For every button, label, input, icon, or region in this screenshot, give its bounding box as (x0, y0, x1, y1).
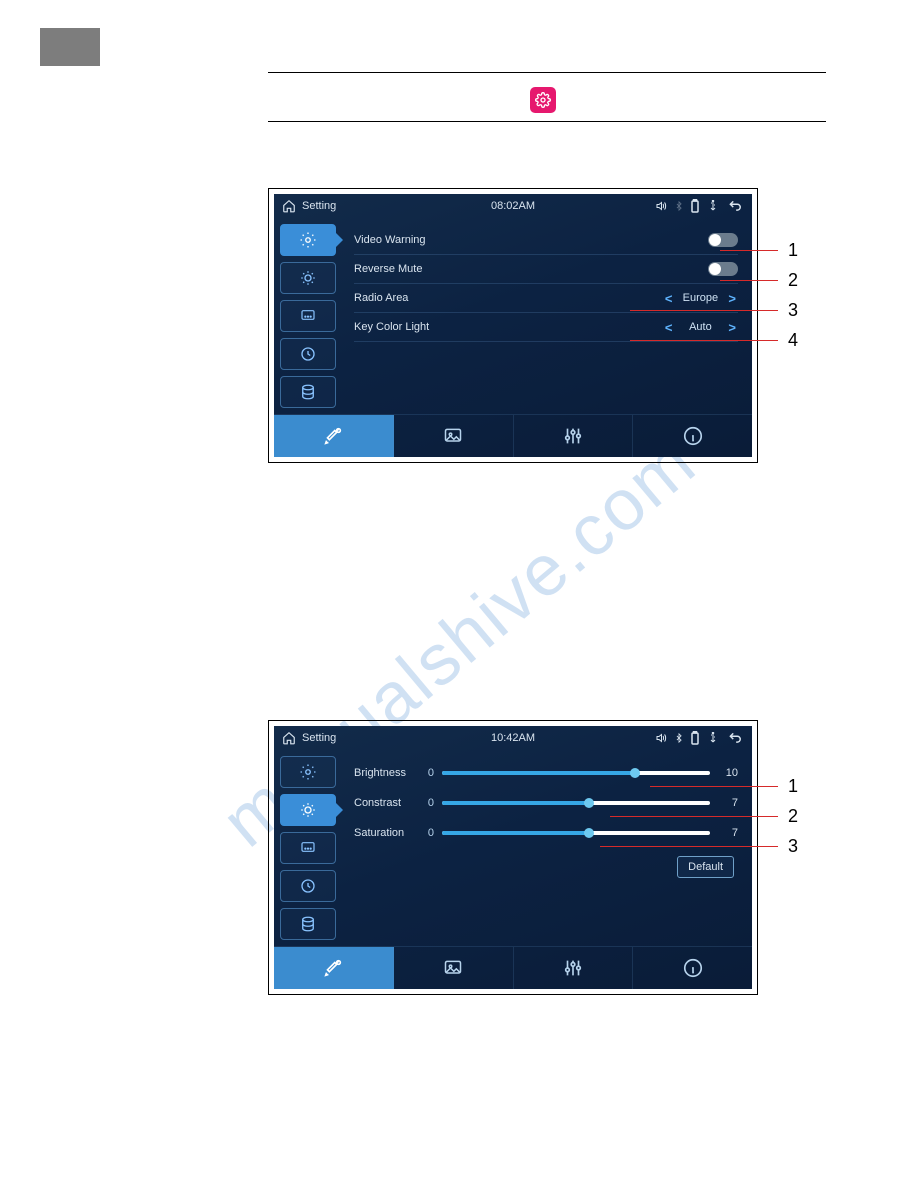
side-category-list (274, 218, 344, 414)
usb-icon (706, 200, 720, 212)
figure-screen-settings: Setting 10:42AM Brightness (268, 720, 758, 995)
sidebar-item-screen[interactable] (280, 262, 336, 294)
side-category-list (274, 750, 344, 946)
figure-general-settings: Setting 08:02AM Video Warning (268, 188, 758, 463)
label-saturation: Saturation (354, 827, 416, 839)
bluetooth-icon (674, 200, 684, 212)
screen-title: Setting (302, 732, 336, 744)
label-brightness: Brightness (354, 767, 416, 779)
sidebar-item-language[interactable] (280, 832, 336, 864)
tab-info[interactable] (633, 415, 752, 457)
device-screen-1: Setting 08:02AM Video Warning (274, 194, 752, 457)
sidebar-item-time[interactable] (280, 870, 336, 902)
home-icon[interactable] (282, 731, 296, 745)
sidebar-item-screen[interactable] (280, 794, 336, 826)
label-radio-area: Radio Area (354, 292, 408, 304)
sound-icon (654, 200, 668, 212)
battery-icon (690, 731, 700, 745)
tab-info[interactable] (633, 947, 752, 989)
tab-wallpaper[interactable] (394, 947, 514, 989)
tab-wallpaper[interactable] (394, 415, 514, 457)
sidebar-item-time[interactable] (280, 338, 336, 370)
back-icon[interactable] (726, 199, 744, 213)
header-rule-bottom (268, 121, 826, 122)
callout-1-1: 1 (720, 240, 798, 261)
battery-icon (690, 199, 700, 213)
slider-saturation[interactable] (442, 831, 710, 835)
back-icon[interactable] (726, 731, 744, 745)
callout-1-4: 4 (630, 330, 798, 351)
bluetooth-icon (674, 732, 684, 744)
row-reverse-mute: Reverse Mute (354, 255, 738, 284)
header-rule-top (268, 72, 826, 73)
label-video-warning: Video Warning (354, 234, 426, 246)
label-key-color: Key Color Light (354, 321, 429, 333)
slider-brightness[interactable] (442, 771, 710, 775)
usb-icon (706, 732, 720, 744)
callout-2-2: 2 (610, 806, 798, 827)
callout-2-1: 1 (650, 776, 798, 797)
sidebar-item-storage[interactable] (280, 376, 336, 408)
bottom-tab-bar (274, 414, 752, 457)
status-bar: Setting 10:42AM (274, 726, 752, 750)
label-contrast: Constrast (354, 797, 416, 809)
screen-title: Setting (302, 200, 336, 212)
callout-1-2: 2 (720, 270, 798, 291)
sidebar-item-general[interactable] (280, 756, 336, 788)
sound-icon (654, 732, 668, 744)
sidebar-item-language[interactable] (280, 300, 336, 332)
callout-1-3: 3 (630, 300, 798, 321)
tab-equalizer[interactable] (514, 415, 634, 457)
status-bar: Setting 08:02AM (274, 194, 752, 218)
device-screen-2: Setting 10:42AM Brightness (274, 726, 752, 989)
tab-advanced[interactable] (274, 415, 394, 457)
tab-advanced[interactable] (274, 947, 394, 989)
label-reverse-mute: Reverse Mute (354, 263, 422, 275)
home-icon[interactable] (282, 199, 296, 213)
sidebar-item-storage[interactable] (280, 908, 336, 940)
default-button[interactable]: Default (677, 856, 734, 878)
slider-contrast[interactable] (442, 801, 710, 805)
gear-icon-badge (530, 87, 556, 113)
callout-2-3: 3 (600, 836, 798, 857)
page-margin-tab (40, 28, 100, 66)
sidebar-item-general[interactable] (280, 224, 336, 256)
tab-equalizer[interactable] (514, 947, 634, 989)
bottom-tab-bar (274, 946, 752, 989)
row-video-warning: Video Warning (354, 226, 738, 255)
